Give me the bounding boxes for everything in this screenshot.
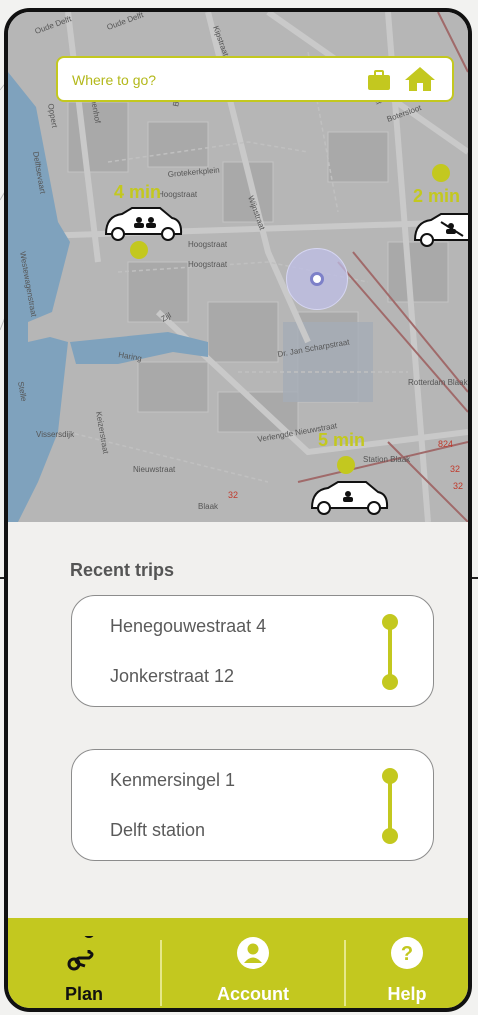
- svg-text:824: 824: [438, 439, 453, 449]
- trip-destination: Jonkerstraat 12: [110, 666, 235, 686]
- eta-label: 5 min: [318, 430, 366, 450]
- nav-label-help: Help: [387, 984, 427, 1004]
- eta-label: 4 min: [114, 182, 162, 202]
- svg-text:Vissersdijk: Vissersdijk: [36, 430, 75, 439]
- trip-destination: Delft station: [110, 820, 206, 840]
- vehicle-location-marker: [337, 456, 355, 474]
- phone-frame: Oude Delft Oude Delft Delftsevaart Bagij…: [4, 8, 472, 1012]
- route-icon: [65, 926, 103, 977]
- svg-text:32: 32: [453, 481, 463, 491]
- svg-text:Hoogstraat: Hoogstraat: [188, 260, 228, 269]
- svg-text:Nieuwstraat: Nieuwstraat: [133, 465, 176, 474]
- recent-trips-panel: Recent trips Henegouwestraat 4 Jonkerstr…: [8, 522, 468, 918]
- trip-connector-icon: [380, 613, 400, 696]
- vehicle-location-marker: [130, 241, 148, 259]
- user-circle-icon: [236, 936, 270, 975]
- trip-card[interactable]: Kenmersingel 1 Delft station: [71, 749, 434, 861]
- nav-label-plan: Plan: [64, 984, 103, 1004]
- nav-item-plan[interactable]: Plan: [8, 918, 160, 1008]
- trip-connector-icon: [380, 767, 400, 850]
- svg-text:Hoogstraat: Hoogstraat: [188, 240, 228, 249]
- nav-item-account[interactable]: Account: [162, 918, 344, 1008]
- svg-text:?: ?: [401, 943, 413, 965]
- current-location-marker: [286, 248, 348, 310]
- map-view[interactable]: Oude Delft Oude Delft Delftsevaart Bagij…: [8, 12, 468, 522]
- eta-label: 2 min: [413, 186, 461, 206]
- svg-text:Station Blaak: Station Blaak: [363, 455, 411, 464]
- nav-label-account: Account: [217, 984, 289, 1004]
- nav-item-help[interactable]: ? Help: [346, 918, 468, 1008]
- search-input[interactable]: [72, 69, 322, 91]
- vehicle-location-marker: [432, 164, 450, 182]
- question-circle-icon: ?: [390, 936, 424, 975]
- svg-text:Blaak: Blaak: [198, 502, 219, 511]
- svg-text:Rotterdam Blaak: Rotterdam Blaak: [408, 378, 468, 387]
- trip-card[interactable]: Henegouwestraat 4 Jonkerstraat 12: [71, 595, 434, 707]
- svg-text:Hoogstraat: Hoogstraat: [158, 190, 198, 199]
- search-bar[interactable]: [56, 56, 454, 102]
- svg-text:32: 32: [228, 490, 238, 500]
- svg-text:32: 32: [450, 464, 460, 474]
- recent-trips-title: Recent trips: [70, 560, 175, 580]
- trip-origin: Kenmersingel 1: [110, 770, 236, 790]
- bottom-navigation: Plan Account ? Help: [8, 918, 468, 1008]
- trip-origin: Henegouwestraat 4: [110, 616, 267, 636]
